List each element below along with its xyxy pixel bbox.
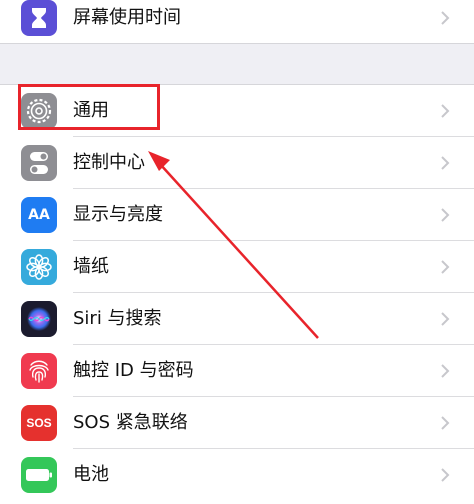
annotation-arrow bbox=[148, 151, 319, 339]
